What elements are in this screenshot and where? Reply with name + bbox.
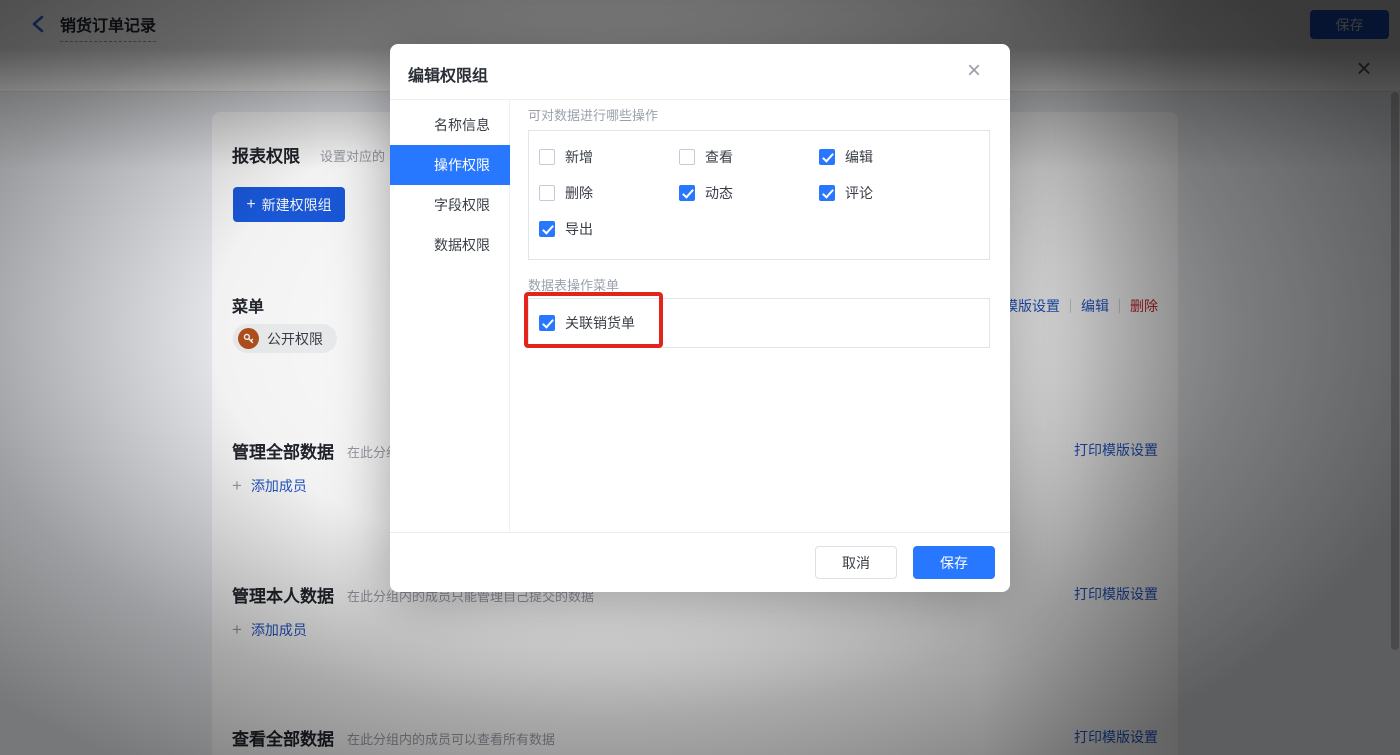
checkbox[interactable] — [539, 315, 555, 331]
print-template-settings-link[interactable]: 打印模版设置 — [1074, 440, 1158, 460]
edit-link[interactable]: 编辑 — [1081, 296, 1109, 316]
table-menu-box: 关联销货单 — [528, 298, 990, 348]
new-permission-group-button[interactable]: 新建权限组 — [233, 187, 345, 222]
menu-section-title: 菜单 — [232, 299, 265, 316]
edit-permission-group-modal: 编辑权限组 名称信息 操作权限 字段权限 数据权限 可对数据进行哪些操作 新增 … — [390, 44, 1010, 592]
group-description: 在此分组内的成员可以查看所有数据 — [347, 732, 556, 747]
operations-label: 可对数据进行哪些操作 — [528, 108, 659, 123]
checkbox[interactable] — [679, 149, 695, 165]
table-menu-label: 数据表操作菜单 — [528, 278, 620, 293]
plus-icon — [246, 196, 255, 214]
checkbox-item-delete[interactable]: 删除 — [539, 183, 679, 203]
group-name: 管理全部数据 — [232, 443, 334, 462]
print-template-settings-link[interactable]: 打印模版设置 — [1074, 727, 1158, 747]
cancel-button[interactable]: 取消 — [815, 546, 897, 579]
checkbox[interactable] — [539, 149, 555, 165]
save-button[interactable]: 保存 — [913, 546, 995, 579]
modal-header: 编辑权限组 — [390, 44, 1010, 100]
back-chevron-icon[interactable] — [28, 13, 50, 35]
plus-icon — [232, 620, 242, 640]
checkbox[interactable] — [819, 185, 835, 201]
app-top-bar: 销货订单记录 保存 — [0, 0, 1400, 48]
drawer-close-icon[interactable] — [1350, 54, 1378, 82]
checkbox[interactable] — [539, 221, 555, 237]
checkbox-item-activity[interactable]: 动态 — [679, 183, 819, 203]
checkbox[interactable] — [539, 185, 555, 201]
delete-link[interactable]: 删除 — [1130, 296, 1158, 316]
checkbox-item-related-sales-order[interactable]: 关联销货单 — [539, 313, 635, 333]
add-member-link[interactable]: 添加成员 — [232, 620, 307, 640]
group-name: 管理本人数据 — [232, 587, 334, 606]
checkbox-item-comment[interactable]: 评论 — [819, 183, 959, 203]
page-scrollbar[interactable] — [1391, 92, 1399, 650]
checkbox-item-add[interactable]: 新增 — [539, 147, 679, 167]
operations-grid: 新增 查看 编辑 删除 动态 评论 导出 — [539, 139, 989, 247]
print-template-settings-link[interactable]: 打印模版设置 — [1074, 584, 1158, 604]
screen: 销货订单记录 保存 报表权限 设置对应的「 新建权限组 菜单 公开权 — [0, 0, 1400, 755]
key-icon — [238, 328, 259, 349]
checkbox-item-edit[interactable]: 编辑 — [819, 147, 959, 167]
add-member-link[interactable]: 添加成员 — [232, 476, 307, 496]
modal-title: 编辑权限组 — [408, 68, 489, 85]
divider — [1119, 299, 1120, 313]
checkbox[interactable] — [679, 185, 695, 201]
public-permission-tag[interactable]: 公开权限 — [233, 324, 337, 353]
plus-icon — [232, 476, 242, 496]
checkbox-item-view[interactable]: 查看 — [679, 147, 819, 167]
report-permission-title: 报表权限 — [232, 147, 300, 166]
tab-name-info[interactable]: 名称信息 — [390, 105, 510, 145]
page-save-button[interactable]: 保存 — [1310, 10, 1389, 39]
tab-data-permission[interactable]: 数据权限 — [390, 225, 510, 265]
operations-box: 新增 查看 编辑 删除 动态 评论 导出 — [528, 130, 990, 260]
report-permission-subtitle: 设置对应的「 — [320, 149, 399, 164]
modal-tab-list: 名称信息 操作权限 字段权限 数据权限 — [390, 100, 510, 532]
group-name: 查看全部数据 — [232, 730, 334, 749]
tab-operation-permission[interactable]: 操作权限 — [390, 145, 510, 185]
page-title: 销货订单记录 — [60, 12, 157, 42]
public-permission-label: 公开权限 — [267, 330, 323, 347]
modal-footer: 取消 保存 — [390, 532, 1010, 592]
tab-field-permission[interactable]: 字段权限 — [390, 185, 510, 225]
checkbox[interactable] — [819, 149, 835, 165]
modal-close-icon[interactable] — [960, 57, 988, 85]
divider — [1070, 299, 1071, 313]
checkbox-item-export[interactable]: 导出 — [539, 219, 679, 239]
